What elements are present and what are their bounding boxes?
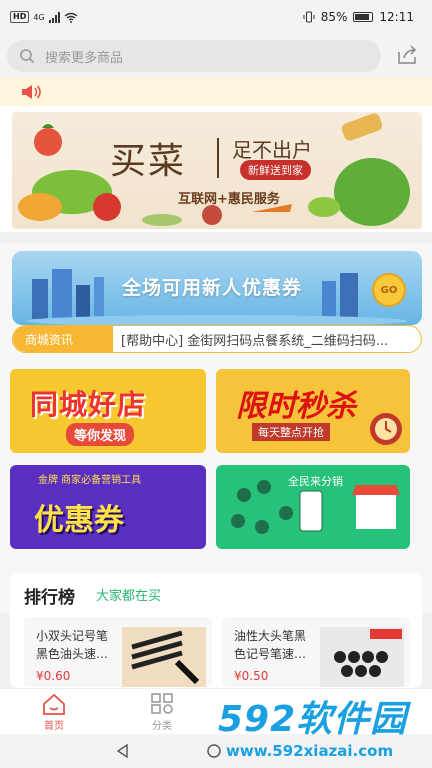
promo-title: 限时秒杀 [236,389,356,424]
ranking-title: 排行榜 [24,588,75,608]
promo-subtitle: 每天整点开抢 [252,423,330,441]
product-name: 小双头记号笔黑色油头速… [36,629,109,661]
network-type: 4G [33,12,45,22]
banner-divider [217,138,219,178]
tab-category[interactable]: 分类 [132,693,192,732]
share-icon[interactable] [396,44,418,66]
product-card[interactable]: 小双头记号笔黑色油头速… ¥0.60 [24,617,212,687]
promo-title: 优惠券 [34,503,124,538]
section-gap [0,232,432,243]
status-bar: HD 4G 85% 12:11 [0,0,432,34]
category-icon [151,693,173,714]
banner-slogan: 互联网+惠民服务 [178,192,280,207]
product-price: ¥0.50 [234,669,269,683]
banner-section: 买菜 足不出户 新鲜送到家 互联网+惠民服务 [0,106,432,232]
tab-label: 分类 [152,721,172,732]
ranking-subtitle: 大家都在买 [96,589,162,604]
promo-subtitle: 等你发现 [66,423,135,446]
signal-icon [48,11,60,23]
news-ticker[interactable]: 商城资讯 [帮助中心] 金街网扫码点餐系统_二维码扫码... [12,325,422,353]
tab-home[interactable]: 首页 [24,693,84,732]
promo-card-local-shops[interactable]: 同城好店 等你发现 [10,369,206,453]
promo-title: 同城好店 [30,388,147,421]
watermark-brand: 592软件园 [218,699,408,740]
marker-pen-image [122,627,206,687]
notice-bar[interactable] [0,78,432,106]
speaker-icon [22,85,41,99]
coupon-text: 全场可用新人优惠券 [122,277,303,299]
search-placeholder: 搜索更多商品 [45,50,124,66]
banner-headline: 足不出户 [232,138,312,162]
back-icon[interactable] [115,743,131,759]
news-tag: 商城资讯 [13,326,113,352]
new-user-coupon-banner[interactable]: 全场可用新人优惠券 GO [12,251,422,325]
battery-icon [353,12,374,22]
battery-percent: 85% [320,10,348,24]
ranking-section: 排行榜 大家都在买 小双头记号笔黑色油头速… ¥0.60 油性大头笔黑色记号笔速… [10,573,422,688]
hd-badge: HD [10,11,30,23]
tab-label: 首页 [44,721,64,732]
marker-pen-image [320,627,404,687]
promo-card-coupons[interactable]: 金牌 商家必备营销工具 优惠券 [10,465,206,549]
promo-section: 全场可用新人优惠券 GO 商城资讯 [帮助中心] 金街网扫码点餐系统_二维码扫码… [0,243,432,613]
vibrate-icon [303,11,315,23]
promo-card-distribution[interactable]: 全民来分销 [216,465,410,549]
wifi-icon [64,12,78,23]
banner-title: 买菜 [110,141,187,182]
site-watermark: 592软件园 www.592xiazai.com [214,690,428,766]
product-card[interactable]: 油性大头笔黑色记号笔速… ¥0.50 [222,617,410,687]
search-bar: 搜索更多商品 [0,34,432,78]
go-coin: GO [372,273,406,307]
product-name: 油性大头笔黑色记号笔速… [234,629,307,661]
banner-tagline: 新鲜送到家 [240,160,311,180]
clock-icon [370,413,402,445]
product-price: ¥0.60 [36,669,71,683]
search-icon [20,49,35,64]
search-input[interactable]: 搜索更多商品 [7,40,381,72]
promo-card-flash-sale[interactable]: 限时秒杀 每天整点开抢 [216,369,410,453]
clock: 12:11 [379,10,414,24]
banner-carousel[interactable]: 买菜 足不出户 新鲜送到家 互联网+惠民服务 [12,112,422,229]
network-illustration [231,480,400,534]
promo-badge: 金牌 商家必备营销工具 [38,475,142,486]
home-icon [43,693,65,715]
news-item[interactable]: [帮助中心] 金街网扫码点餐系统_二维码扫码... [113,330,421,349]
watermark-url: www.592xiazai.com [226,742,394,760]
